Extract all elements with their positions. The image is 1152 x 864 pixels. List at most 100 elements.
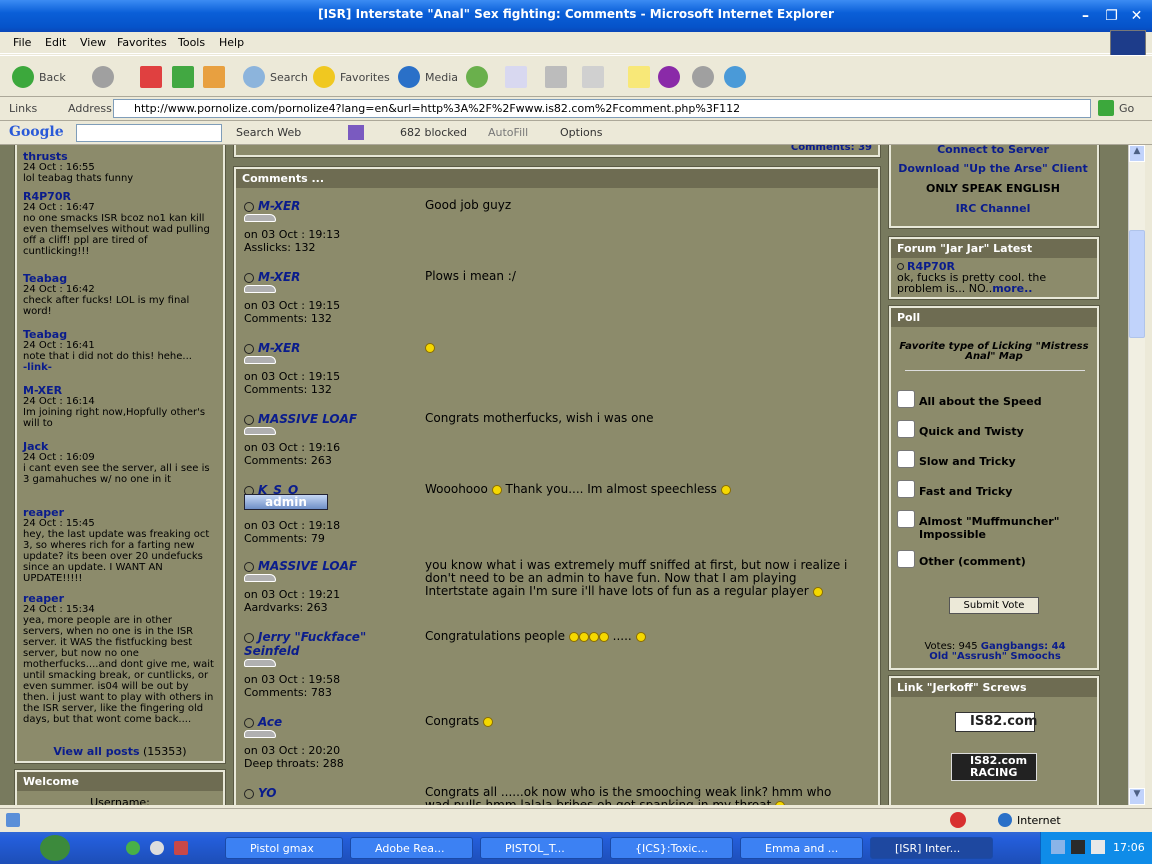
msn-button[interactable] bbox=[724, 66, 751, 88]
comment-stat: Comments: 783 bbox=[244, 686, 332, 699]
menu-view[interactable]: View bbox=[80, 36, 106, 49]
comment-author[interactable]: Ace bbox=[244, 715, 414, 729]
search-web-button[interactable]: Search Web bbox=[236, 126, 301, 139]
edit-button[interactable] bbox=[582, 66, 609, 88]
back-button[interactable]: Back bbox=[12, 66, 66, 88]
comment-author[interactable]: YO bbox=[244, 786, 414, 800]
scroll-thumb[interactable] bbox=[1129, 230, 1145, 338]
menu-edit[interactable]: Edit bbox=[45, 36, 66, 49]
taskbar-item[interactable]: Adobe Rea... bbox=[350, 837, 473, 859]
news-icon[interactable] bbox=[348, 125, 364, 140]
taskbar-item-active[interactable]: [ISR] Inter... bbox=[870, 837, 993, 859]
tray-app-icon[interactable] bbox=[1071, 840, 1085, 854]
poll-radio[interactable] bbox=[897, 450, 915, 468]
minimize-button[interactable]: – bbox=[1076, 7, 1095, 26]
shout-user[interactable]: thrusts bbox=[23, 151, 215, 162]
close-button[interactable]: ✕ bbox=[1127, 7, 1146, 26]
go-arrow-icon[interactable] bbox=[1098, 100, 1114, 116]
menu-tools[interactable]: Tools bbox=[178, 36, 205, 49]
poll-divider bbox=[905, 370, 1085, 371]
popup-blocker-icon[interactable] bbox=[950, 812, 966, 828]
mail-button[interactable] bbox=[505, 66, 532, 88]
tool-button[interactable] bbox=[692, 66, 719, 88]
comment-text-part: you know what i was extremely muff sniff… bbox=[425, 558, 848, 598]
vertical-scrollbar[interactable]: ▲ ▼ bbox=[1128, 145, 1145, 805]
poll-radio[interactable] bbox=[897, 480, 915, 498]
shout-user[interactable]: reaper bbox=[23, 593, 215, 604]
media-button[interactable]: Media bbox=[398, 66, 458, 88]
car-icon bbox=[244, 356, 276, 364]
start-button[interactable] bbox=[40, 835, 70, 861]
menu-favorites[interactable]: Favorites bbox=[117, 36, 167, 49]
shout-user[interactable]: R4P70R bbox=[23, 191, 215, 202]
quicklaunch-icon[interactable] bbox=[126, 841, 140, 855]
comment-author[interactable]: M-XER bbox=[244, 341, 414, 355]
shout-user[interactable]: Teabag bbox=[23, 273, 215, 284]
connect-server-link[interactable]: Connect to Server bbox=[893, 145, 1093, 156]
comment-author[interactable]: M-XER bbox=[244, 270, 414, 284]
is82-logo[interactable]: IS82.com bbox=[955, 712, 1037, 732]
stop-button[interactable] bbox=[140, 66, 167, 88]
is82-racing-logo[interactable]: IS82.com RACING bbox=[951, 753, 1037, 781]
smiley-icon bbox=[425, 342, 435, 353]
smiley-icon bbox=[483, 716, 494, 727]
google-search-input[interactable] bbox=[76, 124, 222, 142]
note-button[interactable] bbox=[628, 66, 655, 88]
old-smoochs-link[interactable]: Old "Assrush" Smoochs bbox=[929, 651, 1061, 662]
comment-author[interactable]: Jerry "Fuckface" Seinfeld bbox=[244, 630, 414, 658]
poll-radio[interactable] bbox=[897, 420, 915, 438]
options-button[interactable]: Options bbox=[560, 126, 602, 139]
search-icon bbox=[243, 66, 265, 88]
back-arrow-icon bbox=[12, 66, 34, 88]
shout-date: 24 Oct : 15:45 bbox=[23, 518, 95, 529]
go-button[interactable]: Go bbox=[1119, 102, 1134, 115]
irc-channel-link[interactable]: IRC Channel bbox=[893, 202, 1093, 215]
network-icon[interactable] bbox=[1051, 840, 1065, 854]
shout-link[interactable]: -link- bbox=[23, 362, 215, 373]
shout-user[interactable]: Jack bbox=[23, 441, 215, 452]
menu-help[interactable]: Help bbox=[219, 36, 244, 49]
view-all-posts-link[interactable]: View all posts bbox=[53, 745, 139, 758]
scroll-down-button[interactable]: ▼ bbox=[1129, 788, 1145, 805]
google-toolbar: Google Search Web 682 blocked AutoFill O… bbox=[0, 121, 1152, 145]
forward-button[interactable] bbox=[92, 66, 119, 88]
print-button[interactable] bbox=[545, 66, 572, 88]
address-input[interactable]: http://www.pornolize.com/pornolize4?lang… bbox=[113, 99, 1091, 118]
shout-user[interactable]: M-XER bbox=[23, 385, 215, 396]
comment-author[interactable]: M-XER bbox=[244, 199, 414, 213]
edit-icon bbox=[582, 66, 604, 88]
forum-more-link[interactable]: more.. bbox=[992, 282, 1032, 295]
comment-author[interactable]: MASSIVE LOAF bbox=[244, 559, 414, 573]
comment-author[interactable]: MASSIVE LOAF bbox=[244, 412, 414, 426]
refresh-button[interactable] bbox=[172, 66, 199, 88]
history-button[interactable] bbox=[466, 66, 493, 88]
taskbar-item[interactable]: Pistol gmax bbox=[225, 837, 343, 859]
taskbar-item[interactable]: PISTOL_T... bbox=[480, 837, 603, 859]
favorites-button[interactable]: Favorites bbox=[313, 66, 390, 88]
media-player-icon[interactable] bbox=[150, 841, 164, 855]
messenger-button[interactable] bbox=[658, 66, 685, 88]
shout-user[interactable]: reaper bbox=[23, 507, 215, 518]
volume-icon[interactable] bbox=[1091, 840, 1105, 854]
autofill-button[interactable]: AutoFill bbox=[488, 126, 528, 139]
popup-blocked-button[interactable]: 682 blocked bbox=[400, 126, 467, 139]
shout-user[interactable]: Teabag bbox=[23, 329, 215, 340]
taskbar: Pistol gmax Adobe Rea... PISTOL_T... {IC… bbox=[0, 832, 1152, 864]
google-logo[interactable]: Google bbox=[9, 124, 64, 140]
quicklaunch-icon[interactable] bbox=[174, 841, 188, 855]
links-label[interactable]: Links bbox=[9, 102, 37, 115]
download-client-link[interactable]: Download "Up the Arse" Client bbox=[893, 162, 1093, 175]
poll-radio[interactable] bbox=[897, 510, 915, 528]
taskbar-item[interactable]: {ICS}:Toxic... bbox=[610, 837, 733, 859]
submit-vote-button[interactable]: Submit Vote bbox=[949, 597, 1039, 614]
comment-date: on 03 Oct : 19:13 bbox=[244, 228, 341, 241]
page-icon bbox=[6, 813, 20, 827]
taskbar-item[interactable]: Emma and ... bbox=[740, 837, 863, 859]
scroll-up-button[interactable]: ▲ bbox=[1129, 145, 1145, 162]
menu-file[interactable]: File bbox=[13, 36, 31, 49]
maximize-button[interactable]: ❐ bbox=[1102, 7, 1121, 26]
poll-radio[interactable] bbox=[897, 550, 915, 568]
home-button[interactable] bbox=[203, 66, 230, 88]
search-button[interactable]: Search bbox=[243, 66, 308, 88]
poll-radio[interactable] bbox=[897, 390, 915, 408]
